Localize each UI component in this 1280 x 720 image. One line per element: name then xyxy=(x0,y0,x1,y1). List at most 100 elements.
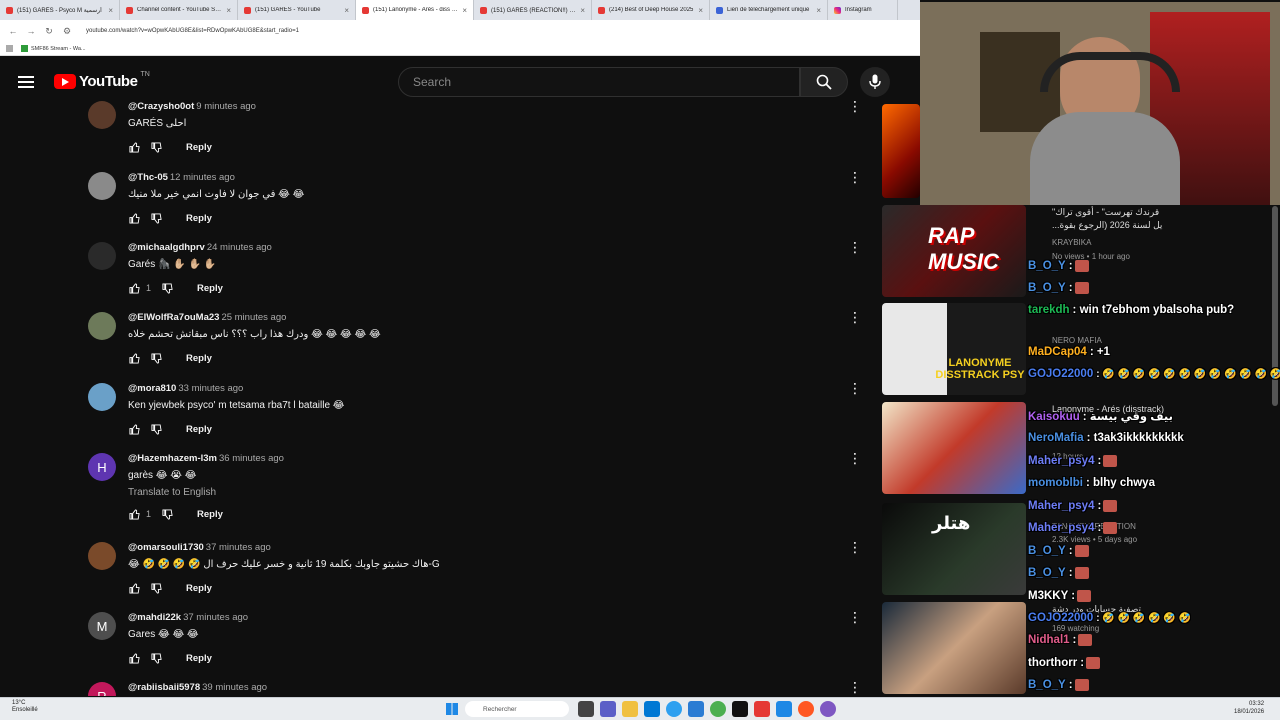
comment-author[interactable]: @mahdi22k xyxy=(128,612,181,623)
video-thumbnail[interactable]: RAP MUSIC xyxy=(882,205,1026,297)
voice-search-button[interactable] xyxy=(860,67,890,97)
search-button[interactable] xyxy=(800,67,848,97)
mail-icon[interactable] xyxy=(688,701,704,717)
comment-author[interactable]: @Thc-05 xyxy=(128,172,168,183)
dislike-icon[interactable] xyxy=(150,212,162,224)
browser-tab-active[interactable]: (151) Lanonyme - Arés - diss track × xyxy=(356,0,474,20)
close-tab-icon[interactable]: × xyxy=(580,6,585,15)
store-icon[interactable] xyxy=(644,701,660,717)
dislike-icon[interactable] xyxy=(161,508,173,520)
translate-link[interactable]: Translate to English xyxy=(128,487,828,498)
more-options-icon[interactable]: ⋮ xyxy=(848,240,862,256)
teams-icon[interactable] xyxy=(600,701,616,717)
edge-icon[interactable] xyxy=(666,701,682,717)
video-thumbnail[interactable] xyxy=(882,104,920,198)
more-options-icon[interactable]: ⋮ xyxy=(848,381,862,397)
comment-time[interactable]: 24 minutes ago xyxy=(207,242,272,253)
more-options-icon[interactable]: ⋮ xyxy=(848,170,862,186)
firefox-icon[interactable] xyxy=(798,701,814,717)
dislike-icon[interactable] xyxy=(150,423,162,435)
comment-author[interactable]: @michaalgdhprv xyxy=(128,242,205,253)
reply-button[interactable]: Reply xyxy=(186,653,212,664)
browser-tab[interactable]: (151) GARÉS (REACTION!!) 😂 × xyxy=(474,0,592,20)
comment-time[interactable]: 12 minutes ago xyxy=(170,172,235,183)
dislike-icon[interactable] xyxy=(150,352,162,364)
dislike-icon[interactable] xyxy=(150,652,162,664)
comment-time[interactable]: 39 minutes ago xyxy=(202,682,267,693)
browser-tab[interactable]: (214) Best of Deep House 2025 × xyxy=(592,0,710,20)
app-icon[interactable] xyxy=(754,701,770,717)
channel-name[interactable]: NERO MAFIA xyxy=(1052,336,1102,345)
like-icon[interactable] xyxy=(128,423,140,435)
comment-time[interactable]: 37 minutes ago xyxy=(183,612,248,623)
chrome-icon[interactable] xyxy=(710,701,726,717)
reply-button[interactable]: Reply xyxy=(186,142,212,153)
avatar[interactable]: R xyxy=(88,682,116,696)
bookmark-item[interactable]: SMF86 Stream - Wa... xyxy=(21,45,86,52)
comment-time[interactable]: 33 minutes ago xyxy=(178,383,243,394)
browser-tab[interactable]: Instagram xyxy=(828,0,898,20)
site-info-icon[interactable]: ⚙ xyxy=(62,26,72,37)
close-tab-icon[interactable]: × xyxy=(344,6,349,15)
more-options-icon[interactable]: ⋮ xyxy=(848,682,862,696)
video-thumbnail[interactable] xyxy=(882,602,1026,694)
app-icon[interactable] xyxy=(776,701,792,717)
youtube-logo[interactable]: YouTube TN xyxy=(54,71,150,90)
menu-icon[interactable] xyxy=(18,76,34,91)
video-thumbnail[interactable] xyxy=(882,402,1026,494)
video-thumbnail[interactable]: LANONYME DISSTRACK PSY xyxy=(882,303,1026,395)
avatar[interactable] xyxy=(88,383,116,411)
comment-author[interactable]: @rabiisbaii5978 xyxy=(128,682,200,693)
avatar[interactable]: M xyxy=(88,612,116,640)
comment-time[interactable]: 9 minutes ago xyxy=(196,101,256,112)
file-explorer-icon[interactable] xyxy=(578,701,594,717)
like-icon[interactable] xyxy=(128,141,140,153)
comment-author[interactable]: @ElWolfRa7ouMa23 xyxy=(128,312,219,323)
comment-time[interactable]: 25 minutes ago xyxy=(221,312,286,323)
video-title[interactable]: "قرندك تهرست" - أقوى تراك xyxy=(1052,207,1159,218)
avatar[interactable] xyxy=(88,542,116,570)
comment-author[interactable]: @mora810 xyxy=(128,383,176,394)
reply-button[interactable]: Reply xyxy=(186,583,212,594)
app-icon[interactable] xyxy=(820,701,836,717)
search-input[interactable] xyxy=(411,74,799,90)
like-icon[interactable] xyxy=(128,212,140,224)
channel-name[interactable]: KRAYBIKA xyxy=(1052,238,1091,247)
weather-widget[interactable]: 13°C Ensoleillé xyxy=(12,700,38,714)
browser-tab[interactable]: (151) GARÉS - Psyco M أرسمية × xyxy=(0,0,120,20)
browser-tab[interactable]: (151) GARÉS - YouTube × xyxy=(238,0,356,20)
reload-icon[interactable]: ↻ xyxy=(44,26,54,37)
more-options-icon[interactable]: ⋮ xyxy=(848,451,862,467)
comment-time[interactable]: 36 minutes ago xyxy=(219,453,284,464)
system-clock[interactable]: 03:32 18/01/2026 xyxy=(1234,700,1264,716)
like-icon[interactable] xyxy=(128,652,140,664)
comment-author[interactable]: @omarsouli1730 xyxy=(128,542,204,553)
taskbar-search[interactable]: Rechercher xyxy=(465,701,569,717)
browser-tab[interactable]: Channel content - YouTube Studio × xyxy=(120,0,238,20)
close-tab-icon[interactable]: × xyxy=(226,6,231,15)
avatar[interactable] xyxy=(88,101,116,129)
close-tab-icon[interactable]: × xyxy=(108,6,113,15)
more-options-icon[interactable]: ⋮ xyxy=(848,310,862,326)
windows-start-icon[interactable] xyxy=(446,703,458,715)
forward-icon[interactable]: → xyxy=(26,26,36,36)
reply-button[interactable]: Reply xyxy=(186,353,212,364)
avatar[interactable] xyxy=(88,242,116,270)
apps-grid-icon[interactable] xyxy=(6,45,13,52)
more-options-icon[interactable]: ⋮ xyxy=(848,99,862,115)
like-icon[interactable] xyxy=(128,352,140,364)
folder-icon[interactable] xyxy=(622,701,638,717)
reply-button[interactable]: Reply xyxy=(186,424,212,435)
dislike-icon[interactable] xyxy=(161,282,173,294)
close-tab-icon[interactable]: × xyxy=(462,6,467,15)
reply-button[interactable]: Reply xyxy=(186,213,212,224)
back-icon[interactable]: ← xyxy=(8,26,18,36)
more-options-icon[interactable]: ⋮ xyxy=(848,540,862,556)
like-icon[interactable] xyxy=(128,282,140,294)
more-options-icon[interactable]: ⋮ xyxy=(848,610,862,626)
avatar[interactable]: H xyxy=(88,453,116,481)
like-icon[interactable] xyxy=(128,508,140,520)
comment-author[interactable]: @Hazemhazem-l3m xyxy=(128,453,217,464)
video-thumbnail[interactable]: هتلر xyxy=(882,503,1026,595)
reply-button[interactable]: Reply xyxy=(197,509,223,520)
